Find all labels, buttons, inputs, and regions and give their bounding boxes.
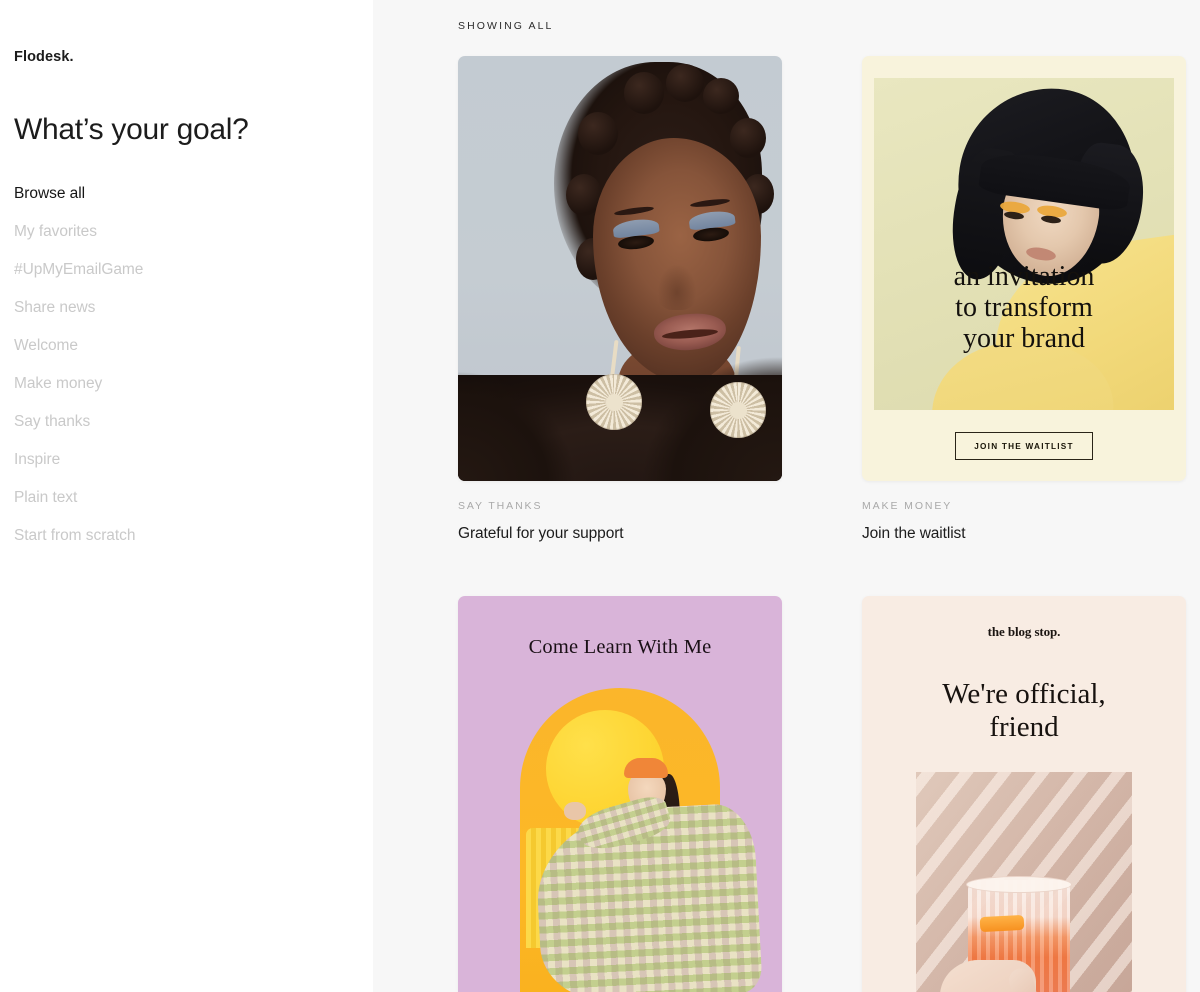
hair-knot-icon (624, 72, 664, 114)
heading-line-2: friend (989, 711, 1059, 744)
earring-icon (710, 382, 766, 438)
card-category: SAY THANKS (458, 500, 543, 512)
template-thumbnail[interactable]: the blog stop. We're official, friend (862, 596, 1186, 992)
thumbnail-brand-text: the blog stop. (987, 624, 1061, 639)
hair-knot-icon (666, 64, 704, 102)
heading-line-1: We're official, (942, 678, 1106, 710)
sidebar-item-upmyemailgame[interactable]: #UpMyEmailGame (14, 262, 373, 278)
card-title: Grateful for your support (458, 525, 624, 542)
template-card[interactable]: the blog stop. We're official, friend (862, 596, 1186, 992)
thumbnail-heading: Come Learn With Me (528, 636, 712, 658)
drink-photo (916, 772, 1132, 992)
sidebar-item-make-money[interactable]: Make money (14, 376, 373, 392)
headband-shape (624, 758, 668, 778)
sidebar-item-inspire[interactable]: Inspire (14, 452, 373, 468)
nose-shape (654, 252, 700, 310)
portrait-image: an invitation to transform your brand (874, 78, 1174, 410)
template-card-grid: BONJOUR SAY THANKS Grateful for your sup… (458, 56, 1200, 992)
template-thumbnail[interactable]: BONJOUR (458, 56, 782, 481)
card-meta: SAY THANKS Grateful for your support (458, 481, 782, 543)
earring-icon (586, 374, 642, 430)
page-title: What’s your goal? (14, 113, 249, 146)
join-waitlist-button[interactable]: JOIN THE WAITLIST (955, 432, 1093, 460)
template-card[interactable]: BONJOUR SAY THANKS Grateful for your sup… (458, 56, 782, 543)
template-card[interactable]: an invitation to transform your brand JO… (862, 56, 1186, 543)
template-card[interactable]: Come Learn With Me (458, 596, 782, 992)
app-root: Flodesk. What’s your goal? Browse all My… (0, 0, 1200, 992)
card-category: MAKE MONEY (862, 500, 953, 512)
goal-filter-list: Browse all My favorites #UpMyEmailGame S… (14, 186, 373, 544)
overlay-line-3: your brand (962, 322, 1086, 354)
glass-rim (966, 876, 1072, 894)
portrait-image (458, 56, 782, 481)
hair-knot-icon (730, 118, 766, 158)
overlay-line-2: to transform (955, 291, 1093, 323)
sidebar-item-say-thanks[interactable]: Say thanks (14, 414, 373, 430)
sidebar-item-start-from-scratch[interactable]: Start from scratch (14, 528, 373, 544)
sidebar-item-share-news[interactable]: Share news (14, 300, 373, 316)
overlay-line-1: an invitation (953, 261, 1095, 292)
card-meta: MAKE MONEY Join the waitlist (862, 481, 1186, 543)
hair-knot-icon (703, 78, 739, 114)
template-thumbnail[interactable]: Come Learn With Me (458, 596, 782, 992)
grid-row-spacer (862, 543, 1186, 596)
earring-center (729, 401, 747, 419)
citrus-slice-shape (979, 914, 1025, 933)
thumbnail-overlay-text: an invitation to transform your brand (874, 261, 1174, 354)
grid-row-spacer (458, 543, 782, 596)
earring-center (605, 393, 623, 411)
sidebar-item-plain-text[interactable]: Plain text (14, 490, 373, 506)
sidebar-item-browse-all[interactable]: Browse all (14, 186, 373, 202)
showing-all-label: SHOWING ALL (458, 20, 554, 32)
thumbnail-overlay-text: BONJOUR (458, 114, 466, 461)
card-title: Join the waitlist (862, 525, 966, 542)
sidebar-item-my-favorites[interactable]: My favorites (14, 224, 373, 240)
thumbnail-heading: We're official, friend (942, 678, 1105, 744)
template-thumbnail[interactable]: an invitation to transform your brand JO… (862, 56, 1186, 481)
brand-logo: Flodesk. (14, 49, 74, 65)
sidebar: Flodesk. What’s your goal? Browse all My… (0, 0, 373, 992)
sidebar-item-welcome[interactable]: Welcome (14, 338, 373, 354)
hand-shape (564, 802, 586, 820)
template-gallery: SHOWING ALL BONJOUR SAY THANKS Grateful … (373, 0, 1200, 992)
clothing-shape (458, 340, 578, 481)
hair-knot-icon (578, 112, 618, 155)
